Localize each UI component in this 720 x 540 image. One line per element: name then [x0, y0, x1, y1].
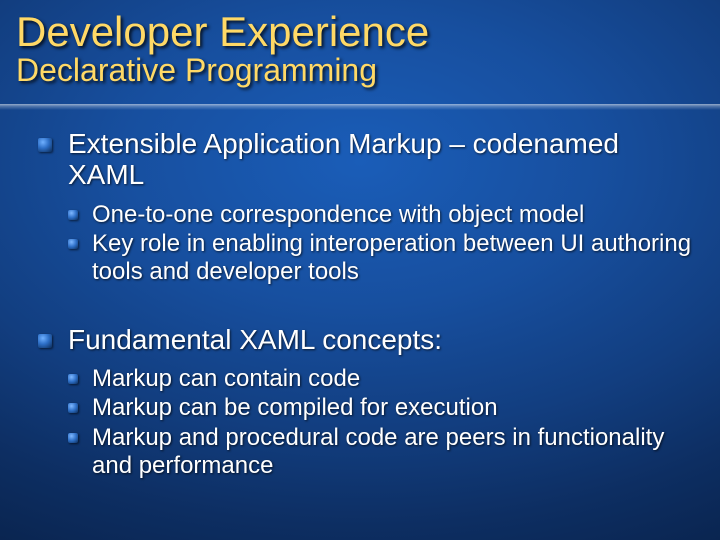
slide: Developer Experience Declarative Program… — [0, 0, 720, 540]
list-item: Markup and procedural code are peers in … — [68, 424, 700, 479]
list-item-text: Extensible Application Markup – codename… — [68, 128, 619, 190]
slide-header: Developer Experience Declarative Program… — [0, 0, 720, 92]
list-item-text: Fundamental XAML concepts: — [68, 324, 442, 355]
list-item: Fundamental XAML concepts: Markup can co… — [38, 324, 700, 480]
bullet-list-level2: One-to-one correspondence with object mo… — [68, 201, 700, 286]
bullet-list-level2: Markup can contain code Markup can be co… — [68, 365, 700, 479]
title-underline — [0, 104, 720, 110]
list-item-text: Markup and procedural code are peers in … — [92, 424, 664, 479]
list-item-text: Key role in enabling interoperation betw… — [92, 230, 691, 285]
list-item-text: One-to-one correspondence with object mo… — [92, 201, 584, 228]
list-item: Key role in enabling interoperation betw… — [68, 230, 700, 285]
slide-title: Developer Experience — [16, 10, 704, 54]
list-item: Extensible Application Markup – codename… — [38, 128, 700, 286]
bullet-list-level1: Extensible Application Markup – codename… — [38, 128, 700, 479]
list-item-text: Markup can contain code — [92, 365, 360, 392]
list-item: One-to-one correspondence with object mo… — [68, 201, 700, 229]
list-item: Markup can contain code — [68, 365, 700, 393]
slide-body: Extensible Application Markup – codename… — [38, 128, 700, 497]
list-item-text: Markup can be compiled for execution — [92, 394, 498, 421]
slide-subtitle: Declarative Programming — [16, 54, 704, 88]
list-item: Markup can be compiled for execution — [68, 394, 700, 422]
